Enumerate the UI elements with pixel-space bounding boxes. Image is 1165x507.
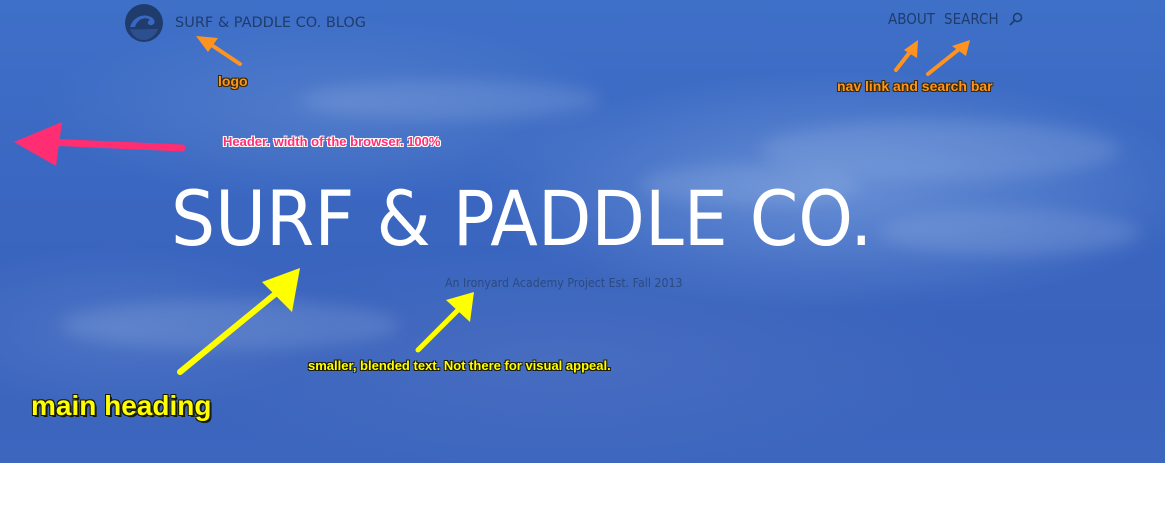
wave-highlight (880, 210, 1140, 255)
search-icon[interactable] (1009, 12, 1023, 26)
annotation-header: Header. width of the browser. 100% (223, 134, 441, 149)
hero-subtitle: An Ironyard Academy Project Est. Fall 20… (445, 276, 683, 290)
main-heading: SURF & PADDLE CO. (171, 174, 873, 263)
nav-link-about[interactable]: ABOUT (888, 10, 935, 28)
wave-icon (125, 4, 163, 42)
annotation-main-heading: main heading (31, 390, 212, 421)
search-label: SEARCH (944, 10, 999, 28)
annotation-nav: nav link and search bar (837, 78, 993, 94)
search-bar[interactable]: SEARCH (944, 10, 1023, 28)
main-nav: ABOUT SEARCH (888, 10, 1023, 28)
logo-text: SURF & PADDLE CO. BLOG (175, 15, 366, 31)
wave-highlight (60, 300, 400, 350)
annotation-logo: logo (218, 73, 248, 89)
page: SURF & PADDLE CO. BLOG ABOUT SEARCH SURF… (0, 0, 1165, 507)
wave-highlight (300, 80, 600, 120)
annotation-subtitle: smaller, blended text. Not there for vis… (308, 358, 611, 373)
logo-link[interactable]: SURF & PADDLE CO. BLOG (124, 3, 366, 43)
